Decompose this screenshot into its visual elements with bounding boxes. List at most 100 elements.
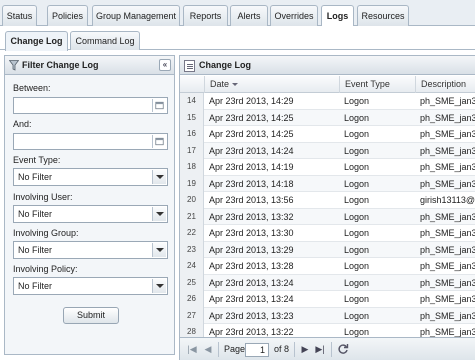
row-number: 17 (180, 142, 204, 159)
and-date-field[interactable] (13, 133, 168, 150)
event-type-cell: Logon (344, 211, 370, 222)
next-page-icon[interactable]: ▶ (299, 344, 311, 355)
description-cell: ph_SME_jan31 (420, 129, 475, 139)
collapse-panel-button[interactable]: « (159, 59, 171, 71)
column-header-description[interactable]: Description (415, 76, 475, 93)
event-type-cell: Logon (344, 112, 370, 123)
between-date-field[interactable] (13, 97, 168, 114)
event-type-cell: Logon (344, 129, 370, 139)
involving-user-select[interactable]: No Filter (13, 205, 168, 223)
date-cell: Apr 23rd 2013, 13:30 (209, 228, 294, 238)
table-row[interactable]: 21 Apr 23rd 2013, 13:32 Logon ph_SME_jan31 (180, 208, 475, 225)
date-cell: Apr 23rd 2013, 13:28 (209, 261, 294, 271)
table-row[interactable]: 25 Apr 23rd 2013, 13:24 Logon ph_SME_jan31 (180, 274, 475, 291)
description-cell: girish13113@ (420, 195, 475, 205)
event-type-cell: Logon (344, 261, 370, 271)
filter-panel-header: Filter Change Log « (5, 56, 174, 75)
row-number: 27 (180, 307, 204, 324)
involving-group-select[interactable]: No Filter (13, 241, 168, 259)
table-row[interactable]: 19 Apr 23rd 2013, 14:18 Logon ph_SME_jan31 (180, 175, 475, 192)
involving-policy-select[interactable]: No Filter (13, 277, 168, 295)
row-number: 26 (180, 291, 204, 308)
tab-policies[interactable]: Policies (47, 5, 88, 26)
chevron-down-icon[interactable] (152, 170, 166, 184)
row-number: 20 (180, 192, 204, 209)
calendar-icon[interactable] (152, 135, 166, 148)
description-cell: ph_SME_jan31 (420, 112, 475, 123)
tab-change-log[interactable]: Change Log (5, 31, 68, 51)
event-type-cell: Logon (344, 145, 370, 156)
column-header-event-type[interactable]: Event Type (339, 76, 415, 93)
row-number: 18 (180, 159, 204, 176)
tab-status[interactable]: Status (2, 5, 37, 26)
row-number: 22 (180, 225, 204, 242)
description-cell: ph_SME_jan31 (420, 96, 475, 106)
event-type-cell: Logon (344, 162, 370, 172)
date-cell: Apr 23rd 2013, 13:56 (209, 195, 294, 205)
table-row[interactable]: 26 Apr 23rd 2013, 13:24 Logon ph_SME_jan31 (180, 291, 475, 308)
tab-command-log[interactable]: Command Log (70, 31, 140, 50)
sub-tab-bar: Change Log Command Log (0, 26, 475, 51)
submit-button[interactable]: Submit (63, 307, 119, 324)
first-page-icon[interactable]: |◀ (186, 344, 198, 355)
page-number-input[interactable]: 1 (245, 343, 269, 357)
description-header-label: Description (421, 79, 467, 89)
top-tab-bar: Status Policies Group Management Reports… (0, 0, 475, 27)
table-row[interactable]: 14 Apr 23rd 2013, 14:29 Logon ph_SME_jan31 (180, 93, 475, 110)
and-label: And: (13, 119, 32, 129)
event-type-select[interactable]: No Filter (13, 168, 168, 186)
table-row[interactable]: 24 Apr 23rd 2013, 13:28 Logon ph_SME_jan31 (180, 258, 475, 275)
last-page-icon[interactable]: ▶| (314, 344, 326, 355)
involving-user-label: Involving User: (13, 192, 73, 202)
grid-header: Date Event Type Description (180, 76, 475, 93)
chevron-down-icon[interactable] (152, 207, 166, 221)
chevron-down-icon[interactable] (152, 279, 166, 293)
description-cell: ph_SME_jan31 (420, 244, 475, 255)
pager-separator (218, 342, 219, 357)
chevron-down-icon[interactable] (152, 243, 166, 257)
filter-panel: Filter Change Log « Between: And: Event … (4, 55, 175, 355)
table-row[interactable]: 23 Apr 23rd 2013, 13:29 Logon ph_SME_jan31 (180, 241, 475, 258)
date-cell: Apr 23rd 2013, 14:25 (209, 112, 294, 123)
log-icon (184, 60, 195, 72)
filter-icon (9, 60, 19, 71)
change-log-header: Change Log (180, 56, 475, 75)
event-type-cell: Logon (344, 310, 370, 321)
date-cell: Apr 23rd 2013, 14:18 (209, 178, 294, 189)
event-type-cell: Logon (344, 228, 370, 238)
prev-page-icon[interactable]: ◀ (202, 344, 214, 355)
table-row[interactable]: 18 Apr 23rd 2013, 14:19 Logon ph_SME_jan31 (180, 159, 475, 176)
pager-separator (294, 342, 295, 357)
page-label: Page (224, 344, 246, 354)
involving-group-label: Involving Group: (13, 228, 79, 238)
tab-alerts[interactable]: Alerts (230, 5, 268, 26)
description-cell: ph_SME_jan31 (420, 310, 475, 321)
column-header-date[interactable]: Date (204, 76, 339, 93)
calendar-icon[interactable] (152, 99, 166, 112)
date-cell: Apr 23rd 2013, 14:24 (209, 145, 294, 156)
row-number: 19 (180, 175, 204, 192)
tab-logs[interactable]: Logs (321, 5, 354, 27)
tab-reports[interactable]: Reports (183, 5, 228, 26)
event-type-cell: Logon (344, 277, 370, 288)
description-cell: ph_SME_jan31 (420, 162, 475, 172)
tab-resources[interactable]: Resources (357, 5, 409, 26)
date-cell: Apr 23rd 2013, 14:25 (209, 129, 294, 139)
table-row[interactable]: 16 Apr 23rd 2013, 14:25 Logon ph_SME_jan31 (180, 126, 475, 143)
description-cell: ph_SME_jan31 (420, 145, 475, 156)
row-number: 15 (180, 109, 204, 126)
event-type-cell: Logon (344, 294, 370, 304)
date-cell: Apr 23rd 2013, 13:29 (209, 244, 294, 255)
tab-overrides[interactable]: Overrides (270, 5, 318, 26)
event-type-cell: Logon (344, 195, 370, 205)
table-row[interactable]: 17 Apr 23rd 2013, 14:24 Logon ph_SME_jan31 (180, 142, 475, 159)
page-count-label: of 8 (274, 344, 290, 354)
table-row[interactable]: 20 Apr 23rd 2013, 13:56 Logon girish13113@ (180, 192, 475, 209)
pager-bar: |◀ ◀ Page 1 of 8 ▶ ▶| (180, 337, 475, 360)
event-type-cell: Logon (344, 178, 370, 189)
table-row[interactable]: 15 Apr 23rd 2013, 14:25 Logon ph_SME_jan31 (180, 109, 475, 126)
tab-group-management[interactable]: Group Management (92, 5, 180, 26)
table-row[interactable]: 27 Apr 23rd 2013, 13:23 Logon ph_SME_jan31 (180, 307, 475, 324)
refresh-icon[interactable] (337, 343, 349, 355)
table-row[interactable]: 22 Apr 23rd 2013, 13:30 Logon ph_SME_jan31 (180, 225, 475, 242)
